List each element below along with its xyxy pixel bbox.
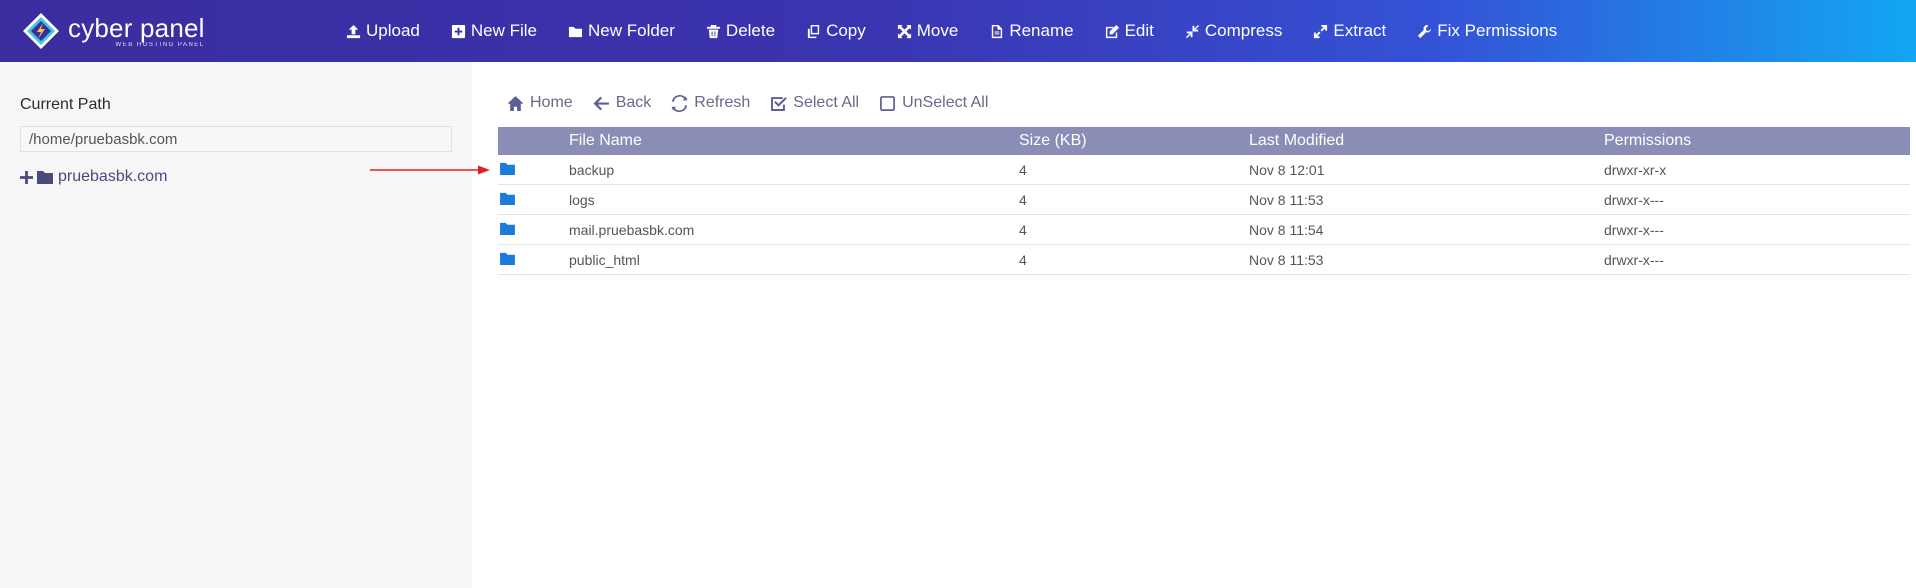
back-label: Back [615,94,652,111]
plus-square-icon [451,24,465,38]
file-modified: Nov 8 12:01 [1249,161,1325,178]
file-name[interactable]: public_html [569,252,1019,268]
folder-icon [500,192,515,205]
unselect-all-label: UnSelect All [902,94,989,111]
upload-icon [346,24,361,38]
file-modified: Nov 8 11:53 [1249,251,1324,268]
cyberpanel-logo[interactable]: cyber panel WEB HOSTING PANEL [22,10,205,52]
table-row[interactable]: mail.pruebasbk.com 4 Nov 8 11:54 drwxr-x… [498,215,1910,245]
file-modified: Nov 8 11:53 [1249,191,1324,208]
refresh-button[interactable]: Refresh [671,94,750,112]
file-permissions: drwxr-x--- [1604,251,1664,268]
compress-button[interactable]: Compress [1185,21,1282,41]
table-row[interactable]: public_html 4 Nov 8 11:53 drwxr-x--- [498,245,1910,275]
extract-button[interactable]: Extract [1313,21,1386,41]
tree-item-label: pruebasbk.com [58,168,168,185]
edit-icon [1105,24,1119,38]
move-icon [897,24,911,38]
delete-button[interactable]: Delete [706,21,775,41]
tree-item-root[interactable]: pruebasbk.com [20,168,167,186]
table-header: File Name Size (KB) Last Modified Permis… [498,127,1910,155]
new-file-button[interactable]: New File [451,21,537,41]
file-permissions: drwxr-x--- [1604,221,1664,238]
upload-button[interactable]: Upload [346,21,420,41]
plus-icon[interactable] [20,170,33,184]
refresh-icon [671,94,688,112]
brand-subtitle: WEB HOSTING PANEL [115,41,205,48]
home-label: Home [530,94,573,111]
move-label: Move [916,21,959,40]
select-all-label: Select All [793,94,860,111]
extract-label: Extract [1333,21,1387,40]
fix-permissions-label: Fix Permissions [1437,21,1558,40]
compress-icon [1185,24,1199,38]
expand-icon [1314,24,1328,38]
table-row[interactable]: backup 4 Nov 8 12:01 drwxr-xr-x [498,155,1910,185]
new-folder-label: New Folder [588,21,675,40]
rename-label: Rename [1009,21,1074,40]
new-file-label: New File [470,21,537,40]
refresh-label: Refresh [694,94,751,111]
file-permissions: drwxr-xr-x [1604,161,1667,178]
home-icon [508,95,523,111]
file-toolbar: Upload New File New Folder Delete Copy M… [346,0,1588,62]
folder-icon [500,222,515,235]
copy-label: Copy [826,21,866,40]
fix-permissions-button[interactable]: Fix Permissions [1417,21,1557,41]
file-size: 4 [1019,161,1027,178]
annotation-arrow [370,165,490,175]
unselect-all-button[interactable]: UnSelect All [879,94,988,112]
select-all-button[interactable]: Select All [770,94,859,112]
folder-icon [500,162,515,175]
file-size: 4 [1019,191,1027,208]
top-navbar: cyber panel WEB HOSTING PANEL Upload New… [0,0,1916,62]
current-path-input[interactable] [20,126,452,152]
move-button[interactable]: Move [897,21,959,41]
header-size[interactable]: Size (KB) [1019,132,1249,150]
new-folder-button[interactable]: New Folder [568,21,675,41]
header-last-modified[interactable]: Last Modified [1249,132,1604,150]
sidebar: Current Path pruebasbk.com [0,62,472,588]
file-modified: Nov 8 11:54 [1249,221,1324,238]
wrench-icon [1418,24,1432,38]
check-square-icon [771,96,788,111]
file-name[interactable]: backup [569,162,1019,178]
upload-label: Upload [366,21,420,40]
header-file-name[interactable]: File Name [569,132,1019,150]
file-size: 4 [1019,221,1027,238]
file-size: 4 [1019,251,1027,268]
file-icon [992,24,1003,38]
brand-title: cyber panel [68,12,205,43]
file-permissions: drwxr-x--- [1604,191,1664,208]
home-button[interactable]: Home [507,94,573,112]
folder-icon [37,171,53,184]
copy-icon [807,24,820,38]
header-permissions[interactable]: Permissions [1604,132,1904,150]
arrow-left-icon [593,96,609,110]
file-navigation: Home Back Refresh Select All UnSelect Al… [507,94,1008,112]
trash-icon [706,24,720,38]
rename-button[interactable]: Rename [989,21,1074,41]
file-name[interactable]: mail.pruebasbk.com [569,222,1019,238]
file-name[interactable]: logs [569,192,1019,208]
file-table: File Name Size (KB) Last Modified Permis… [498,127,1910,275]
delete-label: Delete [725,21,776,40]
square-icon [880,95,896,111]
edit-label: Edit [1124,21,1154,40]
edit-button[interactable]: Edit [1105,21,1154,41]
folder-icon [568,26,583,37]
folder-icon [500,252,515,265]
cyberpanel-logo-icon [22,12,60,50]
compress-label: Compress [1204,21,1283,40]
current-path-label: Current Path [20,96,111,113]
back-button[interactable]: Back [593,94,652,112]
table-row[interactable]: logs 4 Nov 8 11:53 drwxr-x--- [498,185,1910,215]
copy-button[interactable]: Copy [806,21,866,41]
